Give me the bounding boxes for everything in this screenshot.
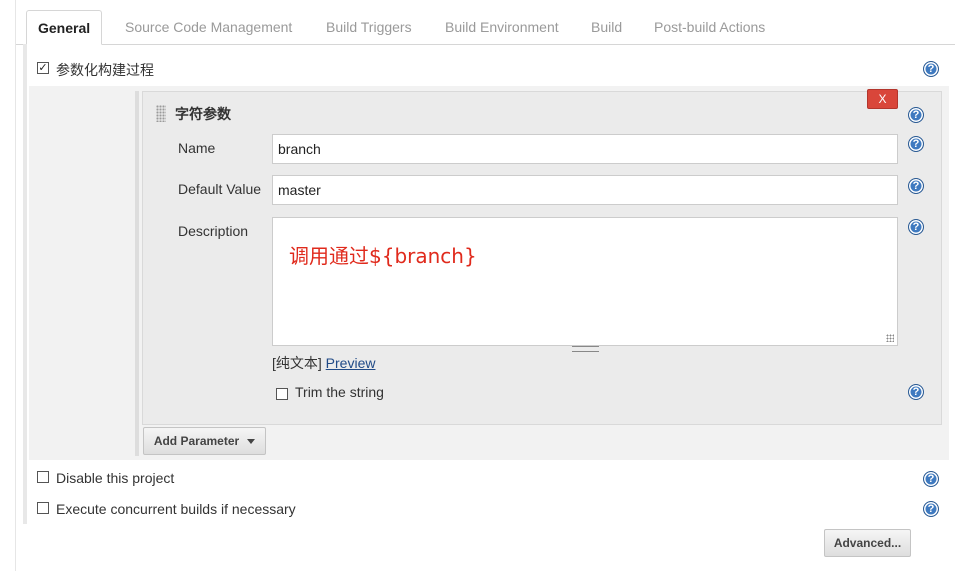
advanced-button[interactable]: Advanced... <box>824 529 911 557</box>
trim-string-checkbox[interactable] <box>276 388 288 400</box>
tab-post-build-actions[interactable]: Post-build Actions <box>643 10 776 45</box>
delete-parameter-button[interactable]: X <box>867 89 898 109</box>
plain-text-label: [纯文本] <box>272 355 322 371</box>
name-input[interactable]: branch <box>272 134 898 164</box>
trim-string-label: Trim the string <box>295 384 384 400</box>
resize-grip-icon <box>572 346 599 352</box>
add-parameter-button[interactable]: Add Parameter <box>143 427 266 455</box>
add-parameter-label: Add Parameter <box>153 434 240 448</box>
help-icon[interactable]: ? <box>923 471 939 487</box>
help-icon[interactable]: ? <box>908 136 924 152</box>
help-icon[interactable]: ? <box>908 107 924 123</box>
description-textarea[interactable]: 调用通过${branch} <box>272 217 898 346</box>
parameter-left-bar <box>135 91 139 456</box>
textarea-resize-corner-icon[interactable] <box>886 334 894 342</box>
concurrent-builds-checkbox[interactable] <box>37 502 49 514</box>
default-value-label: Default Value <box>178 181 262 197</box>
tab-build-environment[interactable]: Build Environment <box>434 10 570 45</box>
parameter-type-title: 字符参数 <box>175 106 231 122</box>
help-icon[interactable]: ? <box>908 384 924 400</box>
textarea-resize-bar[interactable] <box>272 345 898 352</box>
caret-down-icon <box>247 439 256 445</box>
concurrent-builds-label: Execute concurrent builds if necessary <box>56 501 296 517</box>
drag-handle-icon[interactable] <box>156 105 166 122</box>
page-left-border <box>15 0 16 571</box>
disable-project-label: Disable this project <box>56 470 175 486</box>
disable-project-checkbox[interactable] <box>37 471 49 483</box>
name-label: Name <box>178 140 216 156</box>
help-icon[interactable]: ? <box>908 178 924 194</box>
description-label: Description <box>178 223 249 239</box>
section-left-bar <box>23 44 27 524</box>
description-text: 调用通过${branch} <box>289 244 477 268</box>
parameterized-checkbox[interactable]: ✓ <box>37 62 49 74</box>
parameterized-label: 参数化构建过程 <box>56 62 154 78</box>
tab-build[interactable]: Build <box>580 10 633 45</box>
preview-link[interactable]: Preview <box>326 355 376 371</box>
help-icon[interactable]: ? <box>923 501 939 517</box>
help-icon[interactable]: ? <box>923 61 939 77</box>
tab-source-code-management[interactable]: Source Code Management <box>114 10 303 45</box>
default-value-input[interactable]: master <box>272 175 898 205</box>
help-icon[interactable]: ? <box>908 219 924 235</box>
description-format-row: [纯文本] Preview <box>272 353 375 373</box>
tab-general[interactable]: General <box>26 10 103 45</box>
tab-build-triggers[interactable]: Build Triggers <box>315 10 423 45</box>
